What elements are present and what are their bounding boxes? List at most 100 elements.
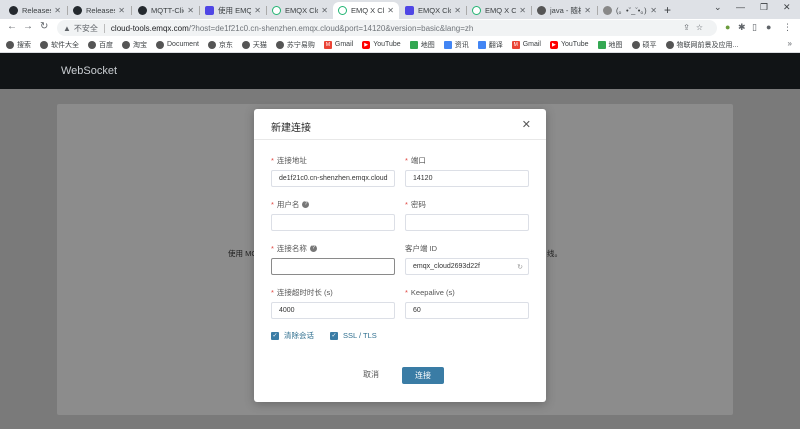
help-icon[interactable]: ? <box>302 200 310 208</box>
bookmark[interactable]: 京东 <box>207 40 233 50</box>
close-tab-icon[interactable]: ✕ <box>187 6 194 15</box>
port-label: 端口 <box>410 155 426 165</box>
emqx-cloud-icon <box>472 6 481 15</box>
new-tab-icon[interactable]: + <box>664 3 671 17</box>
ssl-checkbox[interactable]: ✓ SSL / TLS <box>330 331 377 340</box>
close-tab-icon[interactable]: ✕ <box>454 6 461 15</box>
client-id-input[interactable]: emqx_cloud2693d22f ↻ <box>405 258 529 275</box>
tab-search-icon[interactable]: ⌄ <box>714 2 722 13</box>
tab-title: (。•ˇ_ˇ•。) li <box>616 6 647 15</box>
ssl-label: SSL / TLS <box>343 331 377 340</box>
bookmark[interactable]: 地图 <box>409 40 435 50</box>
bookmark[interactable]: 百度 <box>88 40 113 50</box>
tab-title: EMQX Clou <box>285 6 318 15</box>
extension-icon[interactable]: ● <box>725 22 730 32</box>
translate-icon <box>477 40 486 49</box>
browser-tab[interactable]: EMQ X Clo ✕ <box>467 2 531 19</box>
port-field: * 端口 14120 <box>405 155 529 187</box>
close-tab-icon[interactable]: ✕ <box>650 6 657 15</box>
bookmark[interactable]: 软件大全 <box>40 40 79 50</box>
bookmark[interactable]: 资讯 <box>443 40 469 50</box>
maps-icon <box>409 40 418 49</box>
bookmark[interactable]: M Gmail <box>511 40 541 49</box>
password-input[interactable] <box>405 214 529 231</box>
keepalive-field: * Keepalive (s) 60 <box>405 287 529 319</box>
bookmark[interactable]: M Gmail <box>323 40 353 49</box>
globe-icon <box>156 40 164 49</box>
close-tab-icon[interactable]: ✕ <box>387 6 394 15</box>
emqx-cloud-icon <box>272 6 281 15</box>
bookmark[interactable]: 硕平 <box>631 40 657 50</box>
globe-icon <box>207 40 216 49</box>
connect-button[interactable]: 连接 <box>402 367 444 384</box>
timeout-input[interactable]: 4000 <box>271 302 395 319</box>
bookmark[interactable]: ▶ YouTube <box>362 40 401 49</box>
minimize-icon[interactable]: — <box>736 2 745 12</box>
close-tab-icon[interactable]: ✕ <box>584 6 591 15</box>
url-path: /?host=de1f21c0.cn-shenzhen.emqx.cloud&p… <box>188 23 474 33</box>
host-field: * 连接地址 de1f21c0.cn-shenzhen.emqx.cloud <box>271 155 395 187</box>
profile-icon[interactable]: ● <box>766 22 771 32</box>
bookmark[interactable]: 天猫 <box>241 40 267 50</box>
youtube-icon: ▶ <box>362 40 371 49</box>
address-bar[interactable]: ▲ 不安全 cloud-tools.emqx.com /?host=de1f21… <box>57 20 717 36</box>
page-icon <box>603 6 612 15</box>
close-tab-icon[interactable]: ✕ <box>254 6 261 15</box>
keepalive-input[interactable]: 60 <box>405 302 529 319</box>
bookmark[interactable]: 物联网前景及应用... <box>665 40 738 50</box>
bookmark[interactable]: 苏宁易购 <box>275 40 315 50</box>
globe-icon <box>88 40 96 49</box>
reload-icon[interactable]: ↻ <box>40 21 48 32</box>
close-icon[interactable]: ✕ <box>522 118 531 131</box>
connection-name-input[interactable] <box>271 258 395 275</box>
insecure-label[interactable]: 不安全 <box>74 23 98 34</box>
keepalive-label: Keepalive (s) <box>410 287 455 297</box>
share-icon[interactable]: ⇪ <box>683 23 696 32</box>
help-icon[interactable]: ? <box>309 244 317 252</box>
warning-icon[interactable]: ▲ <box>63 24 71 33</box>
bookmark[interactable]: 翻译 <box>477 40 503 50</box>
client-id-field: 客户端 ID emqx_cloud2693d22f ↻ <box>405 243 529 275</box>
bookmark[interactable]: 地图 <box>597 40 623 50</box>
client-id-label: 客户端 ID <box>405 243 438 253</box>
close-tab-icon[interactable]: ✕ <box>54 6 61 15</box>
username-input[interactable] <box>271 214 395 231</box>
bookmark[interactable]: 搜索 <box>6 40 31 50</box>
close-window-icon[interactable]: ✕ <box>783 2 791 13</box>
host-input[interactable]: de1f21c0.cn-shenzhen.emqx.cloud <box>271 170 395 187</box>
close-tab-icon[interactable]: ✕ <box>321 6 328 15</box>
back-icon[interactable]: ← <box>7 21 17 32</box>
bookmark[interactable]: Document <box>156 40 199 49</box>
menu-icon[interactable]: ⋮ <box>783 22 792 33</box>
bookmark[interactable]: 淘宝 <box>122 40 147 50</box>
browser-tab[interactable]: Releases · ✕ <box>4 2 66 19</box>
globe-icon <box>40 40 48 49</box>
browser-tab[interactable]: EMQX Clou ✕ <box>267 2 333 19</box>
browser-tab[interactable]: (。•ˇ_ˇ•。) li ✕ <box>598 2 662 19</box>
browser-tab[interactable]: EMQX Clou ✕ <box>400 2 466 19</box>
cancel-button[interactable]: 取消 <box>363 369 379 380</box>
sidepanel-icon[interactable]: ▯ <box>752 22 757 33</box>
close-tab-icon[interactable]: ✕ <box>118 6 125 15</box>
clean-session-checkbox[interactable]: ✓ 清除会话 <box>271 330 314 341</box>
globe-icon <box>275 40 284 49</box>
globe-icon <box>665 40 674 49</box>
password-field: * 密码 <box>405 199 529 231</box>
port-input[interactable]: 14120 <box>405 170 529 187</box>
bookmark[interactable]: ▶ YouTube <box>549 40 589 49</box>
app-header: WebSocket <box>0 53 800 89</box>
close-tab-icon[interactable]: ✕ <box>519 6 526 15</box>
star-icon[interactable]: ☆ <box>696 23 709 32</box>
browser-tab-active[interactable]: EMQ X Clo ✕ <box>333 2 399 19</box>
csdn-icon <box>537 6 546 15</box>
browser-tab[interactable]: MQTT-Clie ✕ <box>133 2 199 19</box>
maximize-icon[interactable]: ❐ <box>760 2 768 13</box>
puzzle-icon[interactable]: ✱ <box>738 22 746 33</box>
browser-tab[interactable]: Releases · ✕ <box>68 2 130 19</box>
forward-icon[interactable]: → <box>23 21 33 32</box>
browser-tab[interactable]: 使用 EMQX ✕ <box>200 2 266 19</box>
bookmarks-overflow-icon[interactable]: » <box>788 39 792 48</box>
refresh-icon[interactable]: ↻ <box>517 263 523 271</box>
globe-icon <box>122 40 130 49</box>
browser-tab[interactable]: java - 随机 ✕ <box>532 2 596 19</box>
